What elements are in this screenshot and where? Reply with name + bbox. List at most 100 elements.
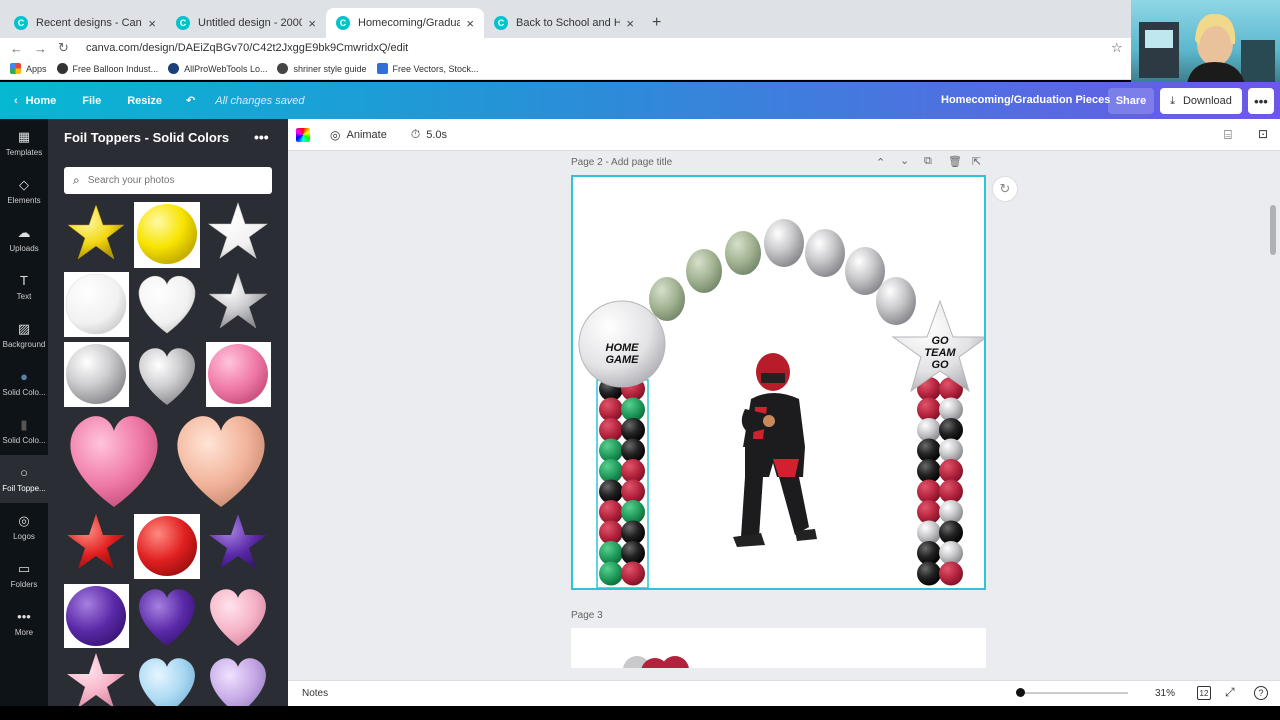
close-tab-icon[interactable]: × <box>626 16 634 31</box>
rail-background[interactable]: ▨ Background <box>0 311 48 359</box>
rail-label: Background <box>2 339 46 349</box>
pink-round-thumbnail[interactable] <box>206 342 271 407</box>
bookmark-star-icon[interactable]: ☆ <box>1111 40 1123 56</box>
duplicate-page-icon[interactable]: ⧉ <box>924 155 932 168</box>
balloon-arch-design[interactable]: HOME GAME GO TEAM GO <box>573 177 989 589</box>
purple-heart-thumbnail[interactable] <box>139 589 195 646</box>
close-tab-icon[interactable]: × <box>308 16 316 31</box>
canva-favicon-icon: C <box>14 16 28 30</box>
help-button[interactable]: ? <box>1254 686 1268 700</box>
page-2-title[interactable]: Page 2 - Add page title <box>571 157 672 168</box>
rail-uploads[interactable]: ☁ Uploads <box>0 215 48 263</box>
tab-homecoming-graduation[interactable]: C Homecoming/Graduation Pieces × <box>326 8 484 38</box>
page-3-canvas[interactable] <box>571 628 986 668</box>
bookmark-label: Free Balloon Indust... <box>72 63 159 74</box>
column-balloon <box>917 541 941 565</box>
column-balloon <box>917 479 941 504</box>
duration-button[interactable]: ⏱ 5.0s <box>411 127 447 142</box>
refresh-rotate-button[interactable]: ↻ <box>992 176 1018 202</box>
page-up-icon[interactable]: ⌃ <box>876 156 885 169</box>
silver-star-thumbnail[interactable] <box>208 272 268 329</box>
page-count-button[interactable]: 12 <box>1197 686 1211 700</box>
canva-header: ‹ Home File Resize ↶ All changes saved H… <box>0 82 1280 119</box>
rail-text[interactable]: T Text <box>0 263 48 311</box>
rose-gold-heart-thumbnail[interactable] <box>177 416 265 507</box>
rail-solid-colors-1[interactable]: ● Solid Colo... <box>0 359 48 407</box>
football-player-image[interactable] <box>733 353 817 547</box>
page-2-canvas[interactable]: HOME GAME GO TEAM GO <box>571 175 989 590</box>
resize-button[interactable]: Resize <box>127 95 162 107</box>
home-button[interactable]: Home <box>26 95 57 107</box>
reload-icon[interactable]: ↻ <box>58 40 72 56</box>
pink-heart-thumbnail[interactable] <box>70 416 158 507</box>
url-field[interactable]: canva.com/design/DAEiZqBGv70/C42t2JxggE9… <box>86 42 408 54</box>
fullscreen-icon[interactable]: ⤢ <box>1225 685 1235 700</box>
rail-templates[interactable]: ▦ Templates <box>0 119 48 167</box>
download-button[interactable]: ⤓ Download <box>1160 88 1242 114</box>
column-balloon <box>621 541 645 565</box>
light-blue-heart-thumbnail[interactable] <box>139 658 195 710</box>
rail-more[interactable]: ••• More <box>0 599 48 647</box>
new-tab-button[interactable]: + <box>652 14 661 32</box>
red-round-thumbnail[interactable] <box>134 514 200 579</box>
silver-round-thumbnail[interactable] <box>64 342 129 407</box>
editor-scrollbar[interactable] <box>1270 205 1276 255</box>
paint-format-icon[interactable]: ⌸ <box>1224 127 1232 143</box>
delete-page-icon[interactable]: 🗑 <box>948 155 962 168</box>
lock-icon[interactable]: ⊡ <box>1258 127 1268 141</box>
bookmark-free-balloon[interactable]: Free Balloon Indust... <box>56 63 159 74</box>
white-round-thumbnail[interactable] <box>64 272 129 337</box>
gold-star-thumbnail[interactable] <box>67 204 125 260</box>
purple-star-thumbnail[interactable] <box>209 514 267 569</box>
bookmark-apps[interactable]: Apps <box>10 63 47 74</box>
forward-arrow-icon[interactable]: → <box>34 41 48 56</box>
tab-back-to-school[interactable]: C Back to School and Homecoming × <box>484 8 644 38</box>
file-menu-button[interactable]: File <box>82 95 101 107</box>
purple-round-thumbnail[interactable] <box>64 584 129 648</box>
red-star-thumbnail[interactable] <box>67 514 125 569</box>
left-balloon-column[interactable] <box>599 377 645 586</box>
white-heart-thumbnail[interactable] <box>138 275 196 334</box>
rail-folders[interactable]: ▭ Folders <box>0 551 48 599</box>
close-tab-icon[interactable]: × <box>466 16 474 31</box>
tab-recent-designs[interactable]: C Recent designs - Canva × <box>4 8 166 38</box>
home-chevron-icon[interactable]: ‹ <box>14 95 18 107</box>
color-picker-icon[interactable] <box>296 127 310 142</box>
page-down-icon[interactable]: ⌄ <box>900 154 909 167</box>
close-tab-icon[interactable]: × <box>148 16 156 31</box>
tab-title: Recent designs - Canva <box>36 17 143 29</box>
rail-elements[interactable]: ◇ Elements <box>0 167 48 215</box>
back-arrow-icon[interactable]: ← <box>10 41 24 56</box>
rail-logos[interactable]: ◎ Logos <box>0 503 48 551</box>
document-title[interactable]: Homecoming/Graduation Pieces <box>941 94 1110 106</box>
yellow-round-thumbnail[interactable] <box>134 202 200 268</box>
undo-icon[interactable]: ↶ <box>186 94 195 107</box>
bookmark-allprowebtools[interactable]: AllProWebTools Lo... <box>168 63 267 74</box>
white-star-thumbnail[interactable] <box>208 202 268 259</box>
rail-foil-toppers[interactable]: ○ Foil Toppe... <box>0 455 48 503</box>
zoom-slider-handle[interactable] <box>1016 688 1025 697</box>
animate-label: Animate <box>346 128 387 141</box>
home-game-foil-topper[interactable]: HOME GAME <box>578 300 666 388</box>
zoom-slider-track[interactable] <box>1020 692 1128 694</box>
lilac-heart-thumbnail[interactable] <box>210 658 266 710</box>
light-pink-star-thumbnail[interactable] <box>67 653 125 708</box>
tab-untitled-design[interactable]: C Untitled design - 2000 × 2000px × <box>166 8 326 38</box>
light-pink-heart-thumbnail[interactable] <box>210 589 266 646</box>
zoom-value[interactable]: 31% <box>1155 688 1175 699</box>
add-page-icon[interactable]: ⇱ <box>972 155 981 168</box>
share-button[interactable]: Share <box>1108 88 1154 114</box>
more-options-button[interactable]: ••• <box>1248 88 1274 114</box>
right-balloon-column[interactable] <box>917 377 963 586</box>
bookmark-free-vectors[interactable]: Free Vectors, Stock... <box>376 63 479 74</box>
page-3-title[interactable]: Page 3 <box>571 610 603 621</box>
rail-solid-colors-2[interactable]: ▮ Solid Colo... <box>0 407 48 455</box>
notes-button[interactable]: Notes <box>302 688 328 699</box>
bookmark-shriner[interactable]: shriner style guide <box>277 63 367 74</box>
silver-heart-thumbnail[interactable] <box>139 348 195 405</box>
folder-icon: ▭ <box>17 560 31 576</box>
elements-icon: ◇ <box>19 176 29 192</box>
animate-button[interactable]: ◎ Animate <box>330 128 387 142</box>
rail-label: Folders <box>10 579 38 589</box>
arch-balloons[interactable] <box>649 219 916 325</box>
